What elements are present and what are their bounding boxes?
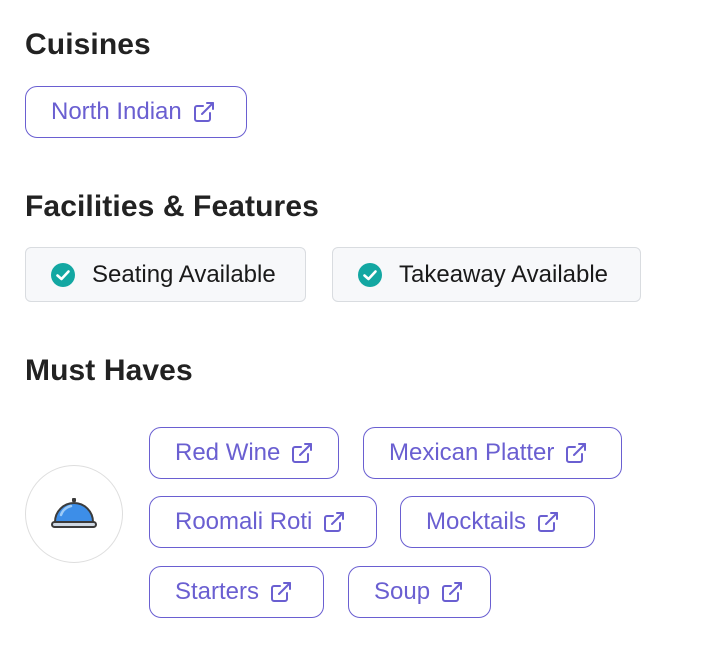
must-have-chip-label: Starters bbox=[175, 578, 260, 605]
feature-seating-available: Seating Available bbox=[25, 247, 306, 302]
external-link-icon bbox=[536, 510, 560, 534]
must-have-chip-label: Red Wine bbox=[175, 439, 281, 466]
must-haves-heading: Must Haves bbox=[25, 354, 193, 387]
feature-takeaway-available: Takeaway Available bbox=[332, 247, 641, 302]
feature-label: Seating Available bbox=[92, 260, 276, 288]
must-have-chip-label: Mexican Platter bbox=[389, 439, 555, 466]
check-circle-icon bbox=[50, 262, 76, 288]
must-have-chip-mexican-platter[interactable]: Mexican Platter bbox=[363, 427, 622, 479]
must-have-chip-roomali-roti[interactable]: Roomali Roti bbox=[149, 496, 377, 548]
external-link-icon bbox=[322, 510, 346, 534]
cuisine-chip-north-indian[interactable]: North Indian bbox=[25, 86, 247, 138]
external-link-icon bbox=[290, 441, 314, 465]
must-have-chip-starters[interactable]: Starters bbox=[149, 566, 324, 618]
must-have-chip-label: Soup bbox=[374, 578, 431, 605]
external-link-icon bbox=[269, 580, 293, 604]
feature-label: Takeaway Available bbox=[399, 260, 609, 288]
external-link-icon bbox=[440, 580, 464, 604]
food-cloche-icon bbox=[25, 465, 123, 563]
cuisines-heading: Cuisines bbox=[25, 28, 151, 61]
external-link-icon bbox=[192, 100, 216, 124]
must-have-chip-red-wine[interactable]: Red Wine bbox=[149, 427, 339, 479]
must-have-chip-label: Roomali Roti bbox=[175, 508, 313, 535]
must-have-chip-mocktails[interactable]: Mocktails bbox=[400, 496, 595, 548]
external-link-icon bbox=[564, 441, 588, 465]
facilities-heading: Facilities & Features bbox=[25, 190, 319, 223]
must-have-chip-label: Mocktails bbox=[426, 508, 527, 535]
cuisine-chip-label: North Indian bbox=[51, 98, 182, 125]
must-have-chip-soup[interactable]: Soup bbox=[348, 566, 491, 618]
check-circle-icon bbox=[357, 262, 383, 288]
